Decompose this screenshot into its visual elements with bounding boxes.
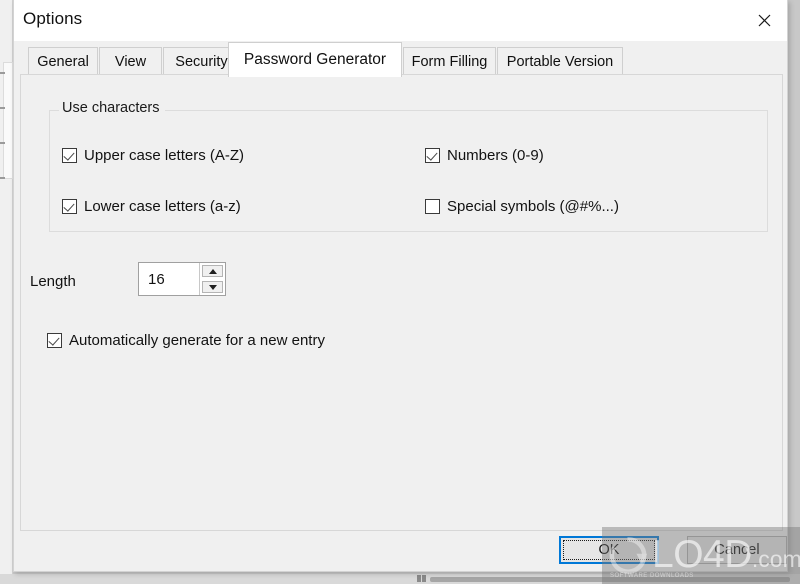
background-window-content [3,62,13,179]
background-window[interactable] [0,0,13,584]
background-window-tick [0,72,5,74]
tab-portable-version[interactable]: Portable Version [497,47,623,75]
tab-label: Form Filling [411,53,488,70]
checkbox-indicator[interactable] [62,148,77,163]
checkbox-indicator[interactable] [47,333,62,348]
checkbox-label: Automatically generate for a new entry [69,332,325,349]
scrollbar-grip[interactable] [417,575,426,582]
background-window-tick [0,142,5,144]
tab-password-generator[interactable]: Password Generator [228,42,402,77]
checkbox-indicator[interactable] [425,148,440,163]
background-window-tick [0,107,5,109]
use-characters-group-label: Use characters [59,100,165,116]
length-spinner-buttons [199,263,225,295]
tab-label: View [114,53,147,70]
screen: Options General View Security Password G… [0,0,800,584]
tab-strip: General View Security Password Generator… [14,40,789,77]
arrow-up-icon [208,268,217,274]
cancel-button[interactable]: Cancel [687,536,787,564]
length-decrement-button[interactable] [202,281,223,293]
refresh-circle-icon [609,537,648,574]
tab-page-password-generator: Use characters Upper case letters (A-Z) … [20,74,783,531]
checkbox-indicator[interactable] [425,199,440,214]
close-icon [758,14,771,27]
tab-label: General [37,53,89,70]
checkbox-upper-case[interactable]: Upper case letters (A-Z) [62,147,244,164]
checkbox-label: Lower case letters (a-z) [84,198,241,215]
checkbox-auto-generate[interactable]: Automatically generate for a new entry [47,332,325,349]
checkbox-label: Special symbols (@#%...) [447,198,619,215]
background-window-tick [0,177,5,179]
cancel-button-label: Cancel [714,542,760,558]
tab-label: Security [175,53,228,70]
length-label: Length [30,273,76,290]
arrow-down-icon [208,284,217,290]
length-input[interactable]: 16 [139,263,199,295]
close-button[interactable] [741,0,787,40]
checkbox-indicator[interactable] [62,199,77,214]
tab-view[interactable]: View [99,47,162,75]
checkbox-label: Upper case letters (A-Z) [84,147,245,164]
length-spinner[interactable]: 16 [138,262,226,296]
checkbox-numbers[interactable]: Numbers (0-9) [425,147,544,164]
options-dialog: Options General View Security Password G… [13,0,788,572]
tab-form-filling[interactable]: Form Filling [403,47,496,75]
background-horizontal-scrollbar[interactable] [430,577,790,582]
length-increment-button[interactable] [202,265,223,277]
checkbox-lower-case[interactable]: Lower case letters (a-z) [62,198,241,215]
background-window-statusbar [0,574,800,584]
tab-label: Portable Version [506,53,614,70]
checkbox-special-symbols[interactable]: Special symbols (@#%...) [425,198,619,215]
tab-general[interactable]: General [28,47,98,75]
titlebar: Options [14,0,787,41]
use-characters-group: Use characters Upper case letters (A-Z) … [49,100,768,232]
window-title: Options [23,9,83,28]
tab-label: Password Generator [243,51,387,68]
checkbox-label: Numbers (0-9) [447,147,544,164]
